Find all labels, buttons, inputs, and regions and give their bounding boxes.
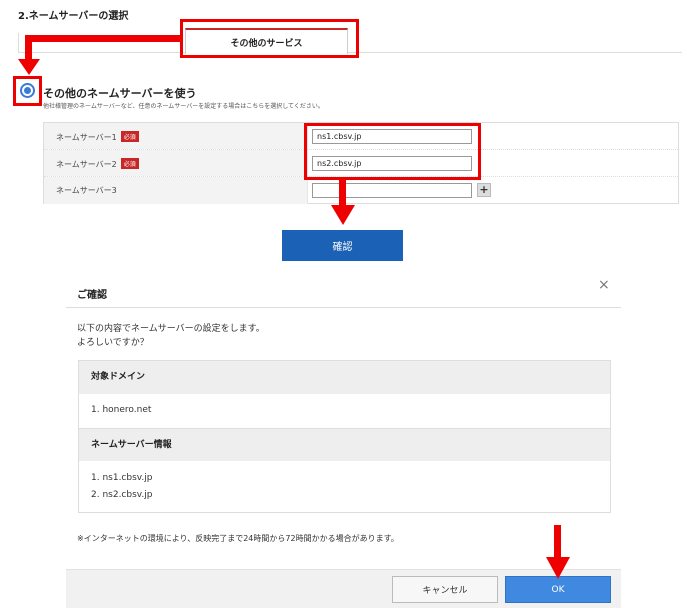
other-nameserver-label: その他のネームサーバーを使う: [43, 87, 197, 100]
propagation-note: ※インターネットの環境により、反映完了まで24時間から72時間かかる場合がありま…: [77, 534, 399, 543]
dialog-divider: [66, 307, 621, 308]
dialog-message-line-2: よろしいですか？: [77, 338, 149, 348]
domain-item: 1. honero.net: [91, 405, 152, 415]
plus-icon[interactable]: +: [477, 183, 491, 197]
nameserver-info-item: 2. ns2.cbsv.jp: [91, 490, 153, 500]
annotation-arrow-shaft: [554, 525, 561, 559]
annotation-arrow-shaft: [339, 180, 346, 206]
nameserver-3-label: ネームサーバー3: [56, 186, 117, 195]
confirm-info-box: 対象ドメイン 1. honero.net ネームサーバー情報 1. ns1.cb…: [78, 360, 611, 513]
dialog-message: 以下の内容でネームサーバーの設定をします。 よろしいですか？: [77, 322, 265, 350]
nameserver-label-cell: ネームサーバー3: [44, 177, 308, 204]
nameserver-label-cell: ネームサーバー1 必須: [44, 123, 308, 149]
nameserver-3-input[interactable]: [312, 183, 472, 198]
annotation-box-inputs: [304, 123, 481, 180]
section-title: 2.ネームサーバーの選択: [18, 11, 129, 22]
cancel-button[interactable]: キャンセル: [392, 576, 498, 603]
nameserver-row-3: ネームサーバー3 +: [44, 177, 678, 204]
annotation-arrow-head: [331, 205, 355, 225]
other-nameserver-description: 他社様管理のネームサーバーなど、任意のネームサーバーを設定する場合はこちらを選択…: [43, 103, 324, 110]
confirm-button[interactable]: 確認: [282, 230, 403, 261]
annotation-arrow-shaft: [25, 35, 32, 61]
nameserver-1-label: ネームサーバー1: [56, 133, 117, 142]
nameserver-2-label: ネームサーバー2: [56, 160, 117, 169]
annotation-arrow-head: [18, 59, 40, 75]
required-badge: 必須: [120, 131, 139, 142]
domain-heading: 対象ドメイン: [79, 361, 610, 394]
ok-button[interactable]: OK: [505, 576, 611, 603]
domain-list: 1. honero.net: [79, 402, 610, 419]
nameserver-label-cell: ネームサーバー2 必須: [44, 150, 308, 176]
required-badge: 必須: [120, 158, 139, 169]
close-icon[interactable]: ×: [598, 277, 610, 293]
tab-left-edge: [18, 33, 19, 53]
annotation-box-radio: [13, 76, 42, 106]
annotation-arrow-shaft: [25, 35, 180, 42]
annotation-box-tab: [180, 19, 359, 58]
nameserver-info-list: 1. ns1.cbsv.jp 2. ns2.cbsv.jp: [79, 470, 610, 504]
nameserver-info-item: 1. ns1.cbsv.jp: [91, 473, 153, 483]
dialog-message-line-1: 以下の内容でネームサーバーの設定をします。: [77, 324, 265, 334]
nameserver-info-heading: ネームサーバー情報: [79, 428, 610, 461]
annotation-arrow-head: [546, 557, 570, 579]
dialog-title: ご確認: [77, 290, 107, 301]
